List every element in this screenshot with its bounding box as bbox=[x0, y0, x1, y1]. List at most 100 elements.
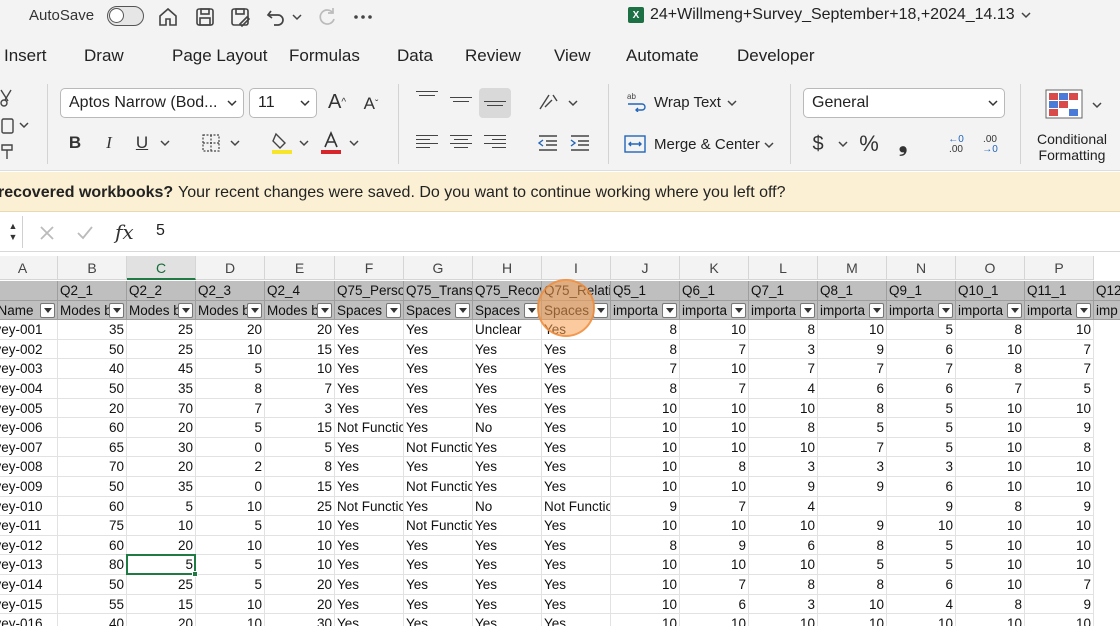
font-size-dropdown[interactable]: 11 bbox=[249, 88, 317, 118]
grid-cell[interactable]: 9 bbox=[1025, 594, 1094, 615]
grid-cell[interactable]: Yes bbox=[404, 339, 473, 360]
grid-cell[interactable]: 10 bbox=[265, 359, 335, 379]
column-header-g[interactable]: G bbox=[404, 256, 473, 280]
grid-cell[interactable]: 10 bbox=[196, 594, 265, 615]
grid-cell[interactable]: 7 bbox=[680, 496, 749, 517]
grid-cell[interactable]: 5 bbox=[887, 398, 956, 419]
grid-cell[interactable]: 10 bbox=[611, 575, 680, 595]
column-header-c[interactable]: C bbox=[127, 256, 196, 280]
grid-cell[interactable]: 20 bbox=[196, 320, 265, 340]
header-cell[interactable]: Q2_2 bbox=[127, 281, 196, 301]
grid-cell[interactable]: rvey-009 bbox=[0, 477, 58, 497]
grid-cell[interactable]: 10 bbox=[956, 418, 1025, 438]
grid-cell[interactable]: 7 bbox=[680, 339, 749, 360]
grid-cell[interactable]: 9 bbox=[611, 496, 680, 517]
grid-cell[interactable]: 0 bbox=[196, 437, 265, 458]
grid-cell[interactable]: 10 bbox=[1025, 457, 1094, 477]
currency-dropdown-chevron-icon[interactable] bbox=[836, 137, 850, 151]
grid-cell[interactable]: Yes bbox=[335, 437, 404, 458]
grid-cell[interactable]: 40 bbox=[58, 359, 127, 379]
grid-cell[interactable]: 9 bbox=[1025, 496, 1094, 517]
grid-cell[interactable]: 8 bbox=[611, 339, 680, 360]
grid-cell[interactable]: 5 bbox=[127, 496, 196, 517]
grid-cell[interactable]: rvey-011 bbox=[0, 516, 58, 536]
filter-dropdown-icon[interactable] bbox=[1076, 302, 1091, 318]
grid-cell[interactable]: 40 bbox=[58, 614, 127, 626]
grid-cell[interactable]: 7 bbox=[818, 437, 887, 458]
grid-cell[interactable]: rvey-004 bbox=[0, 379, 58, 399]
grid-cell[interactable]: 5 bbox=[196, 555, 265, 575]
grid-cell[interactable]: Yes bbox=[404, 398, 473, 419]
grid-cell[interactable]: 9 bbox=[818, 339, 887, 360]
grid-cell[interactable]: 60 bbox=[58, 418, 127, 438]
more-options-icon[interactable] bbox=[350, 4, 376, 30]
grid-cell[interactable]: Not Functio bbox=[335, 418, 404, 438]
grid-cell[interactable]: 8 bbox=[956, 320, 1025, 340]
grid-cell[interactable]: 65 bbox=[58, 437, 127, 458]
grid-cell[interactable]: 15 bbox=[265, 339, 335, 360]
column-header-b[interactable]: B bbox=[58, 256, 127, 280]
header-cell[interactable]: Q7_1 bbox=[749, 281, 818, 301]
grid-cell[interactable]: 7 bbox=[611, 359, 680, 379]
grid-cell[interactable]: Yes bbox=[473, 379, 542, 399]
grid-cell[interactable]: 7 bbox=[818, 359, 887, 379]
column-header-e[interactable]: E bbox=[265, 256, 335, 280]
grid-cell[interactable]: rvey-008 bbox=[0, 457, 58, 477]
grid-cell[interactable]: Yes bbox=[473, 555, 542, 575]
grid-cell[interactable]: 5 bbox=[1025, 379, 1094, 399]
header-cell[interactable]: Q10_1 bbox=[956, 281, 1025, 301]
grid-cell[interactable]: Yes bbox=[542, 320, 611, 340]
grid-cell[interactable]: 5 bbox=[887, 555, 956, 575]
grid-cell[interactable]: 6 bbox=[749, 535, 818, 556]
comma-style-button[interactable]: ❟ bbox=[893, 130, 913, 158]
grid-cell[interactable]: Yes bbox=[335, 320, 404, 340]
align-bottom-icon[interactable] bbox=[479, 88, 511, 118]
grid-cell[interactable]: Yes bbox=[473, 437, 542, 458]
grid-cell[interactable]: 50 bbox=[58, 339, 127, 360]
save-as-icon[interactable] bbox=[227, 4, 253, 30]
merge-center-label[interactable]: Merge & Center bbox=[654, 136, 760, 153]
grid-cell[interactable]: 6 bbox=[887, 339, 956, 360]
grid-cell[interactable]: Yes bbox=[335, 339, 404, 360]
underline-dropdown-chevron-icon[interactable] bbox=[158, 136, 172, 150]
grid-cell[interactable]: Yes bbox=[542, 379, 611, 399]
column-header-j[interactable]: J bbox=[611, 256, 680, 280]
grid-cell[interactable]: rvey-007 bbox=[0, 437, 58, 458]
grid-cell[interactable]: 5 bbox=[196, 575, 265, 595]
grid-cell[interactable]: Yes bbox=[335, 379, 404, 399]
column-header-p[interactable]: P bbox=[1025, 256, 1094, 280]
filter-dropdown-icon[interactable] bbox=[455, 302, 470, 318]
grid-cell[interactable]: rvey-005 bbox=[0, 398, 58, 419]
grid-cell[interactable]: 5 bbox=[265, 437, 335, 458]
grid-cell[interactable]: 10 bbox=[611, 437, 680, 458]
grid-cell[interactable]: 10 bbox=[680, 516, 749, 536]
grid-cell[interactable]: 8 bbox=[818, 535, 887, 556]
grid-cell[interactable]: Yes bbox=[404, 496, 473, 517]
grid-cell[interactable]: Yes bbox=[335, 398, 404, 419]
grid-cell[interactable]: Yes bbox=[473, 477, 542, 497]
copy-icon[interactable] bbox=[0, 114, 16, 136]
undo-icon[interactable] bbox=[263, 4, 289, 30]
grid-cell[interactable] bbox=[818, 496, 887, 517]
grow-font-button[interactable]: A ^ bbox=[324, 88, 350, 116]
grid-cell[interactable]: 60 bbox=[58, 496, 127, 517]
grid-cell[interactable]: 4 bbox=[749, 379, 818, 399]
grid-cell[interactable]: No bbox=[473, 418, 542, 438]
grid-cell[interactable]: 4 bbox=[749, 496, 818, 517]
filter-dropdown-icon[interactable] bbox=[317, 302, 332, 318]
grid-cell[interactable]: 3 bbox=[749, 339, 818, 360]
bold-button[interactable]: B bbox=[64, 130, 86, 156]
grid-cell[interactable]: 8 bbox=[956, 496, 1025, 517]
grid-cell[interactable]: 10 bbox=[265, 535, 335, 556]
grid-cell[interactable]: 5 bbox=[887, 418, 956, 438]
grid-cell[interactable]: Yes bbox=[404, 320, 473, 340]
grid-cell[interactable]: 5 bbox=[887, 320, 956, 340]
grid-cell[interactable]: Yes bbox=[542, 418, 611, 438]
filter-dropdown-icon[interactable] bbox=[731, 302, 746, 318]
grid-cell[interactable]: 8 bbox=[611, 320, 680, 340]
grid-cell[interactable]: 8 bbox=[1025, 437, 1094, 458]
grid-cell[interactable]: 8 bbox=[749, 320, 818, 340]
filter-dropdown-icon[interactable] bbox=[593, 302, 608, 318]
grid-cell[interactable]: 9 bbox=[680, 535, 749, 556]
column-header-a[interactable]: A bbox=[0, 256, 58, 280]
